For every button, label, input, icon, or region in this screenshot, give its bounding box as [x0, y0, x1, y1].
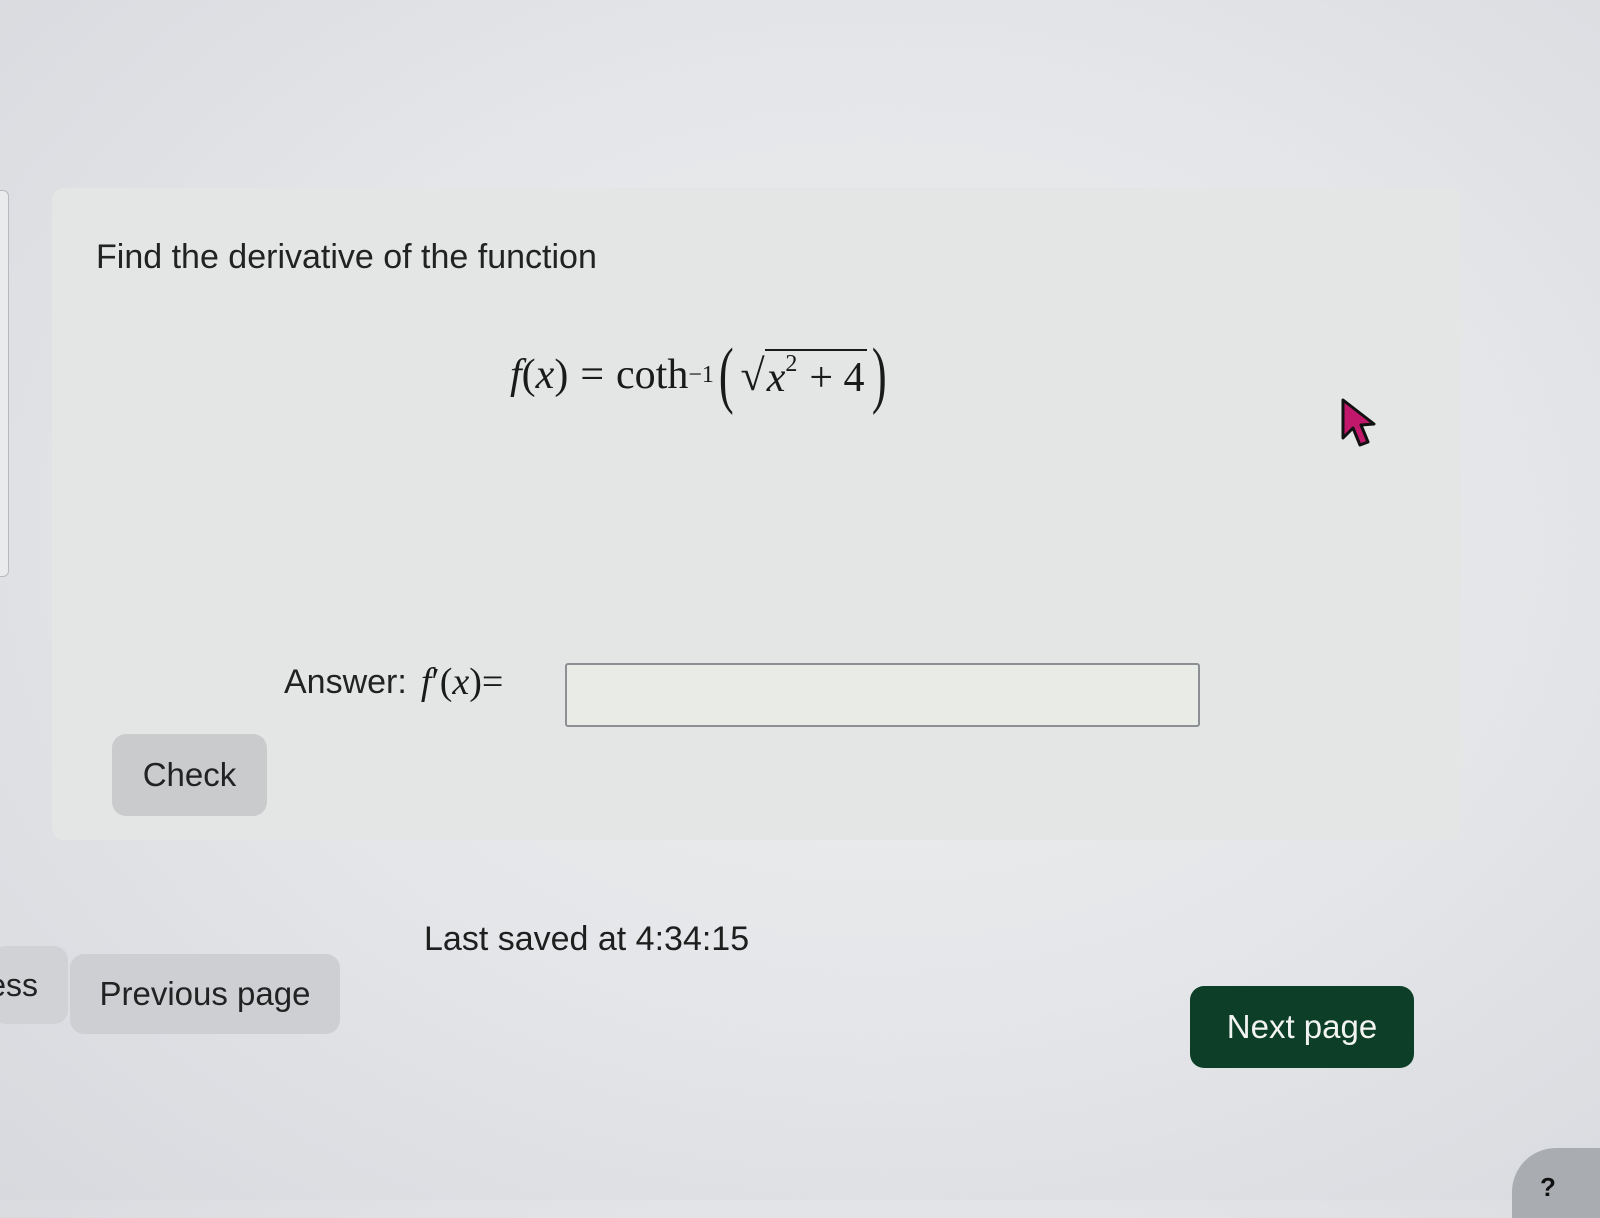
- answer-function-label: f′(x)=: [421, 660, 504, 704]
- check-button[interactable]: Check: [112, 734, 267, 816]
- answer-func-equals: =: [481, 661, 504, 703]
- formula-open-paren: (: [718, 334, 734, 416]
- formula-sqrt-symbol: √: [740, 350, 765, 400]
- formula-radicand-exp: 2: [785, 350, 798, 377]
- formula-lhs-var: x: [535, 352, 555, 398]
- mouse-pointer-icon: [1341, 398, 1376, 447]
- left-drawer-edge: [0, 190, 9, 577]
- function-formula: f ( x ) = coth −1 ( √ x2 + 4 ): [510, 338, 891, 412]
- answer-func-close: ): [469, 661, 482, 703]
- formula-close-paren: ): [871, 334, 887, 416]
- answer-row: Answer: f′(x)=: [284, 660, 503, 704]
- answer-func-name: f: [420, 661, 432, 703]
- formula-radicand-var: x: [766, 354, 786, 401]
- answer-func-open: (: [439, 661, 453, 703]
- last-saved-status: Last saved at 4:34:15: [424, 920, 750, 958]
- formula-radicand: x2 + 4: [764, 348, 867, 402]
- answer-input[interactable]: [565, 663, 1200, 727]
- help-button[interactable]: ?: [1512, 1148, 1600, 1218]
- formula-equals: =: [580, 352, 605, 398]
- answer-func-prime: ′: [431, 661, 440, 703]
- previous-page-button[interactable]: Previous page: [70, 954, 340, 1034]
- formula-func-name: coth: [616, 352, 689, 398]
- question-prompt: Find the derivative of the function: [96, 238, 597, 276]
- progress-button[interactable]: ess: [0, 946, 68, 1024]
- formula-lhs-func: f: [510, 352, 522, 398]
- next-page-button[interactable]: Next page: [1190, 986, 1414, 1068]
- formula-exponent: −1: [688, 361, 714, 388]
- formula-radicand-rest: + 4: [809, 354, 865, 401]
- formula-lhs-open: (: [521, 352, 536, 398]
- answer-func-var: x: [452, 661, 470, 703]
- answer-label: Answer:: [284, 662, 407, 701]
- formula-lhs-close: ): [554, 352, 569, 398]
